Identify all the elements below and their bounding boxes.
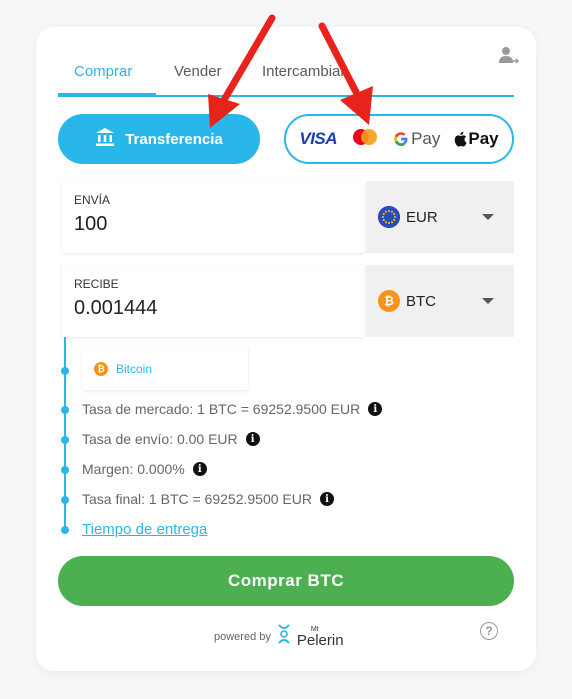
annotation-arrows xyxy=(208,14,373,128)
red-arrow-right xyxy=(318,22,373,125)
red-arrow-left xyxy=(208,14,276,128)
